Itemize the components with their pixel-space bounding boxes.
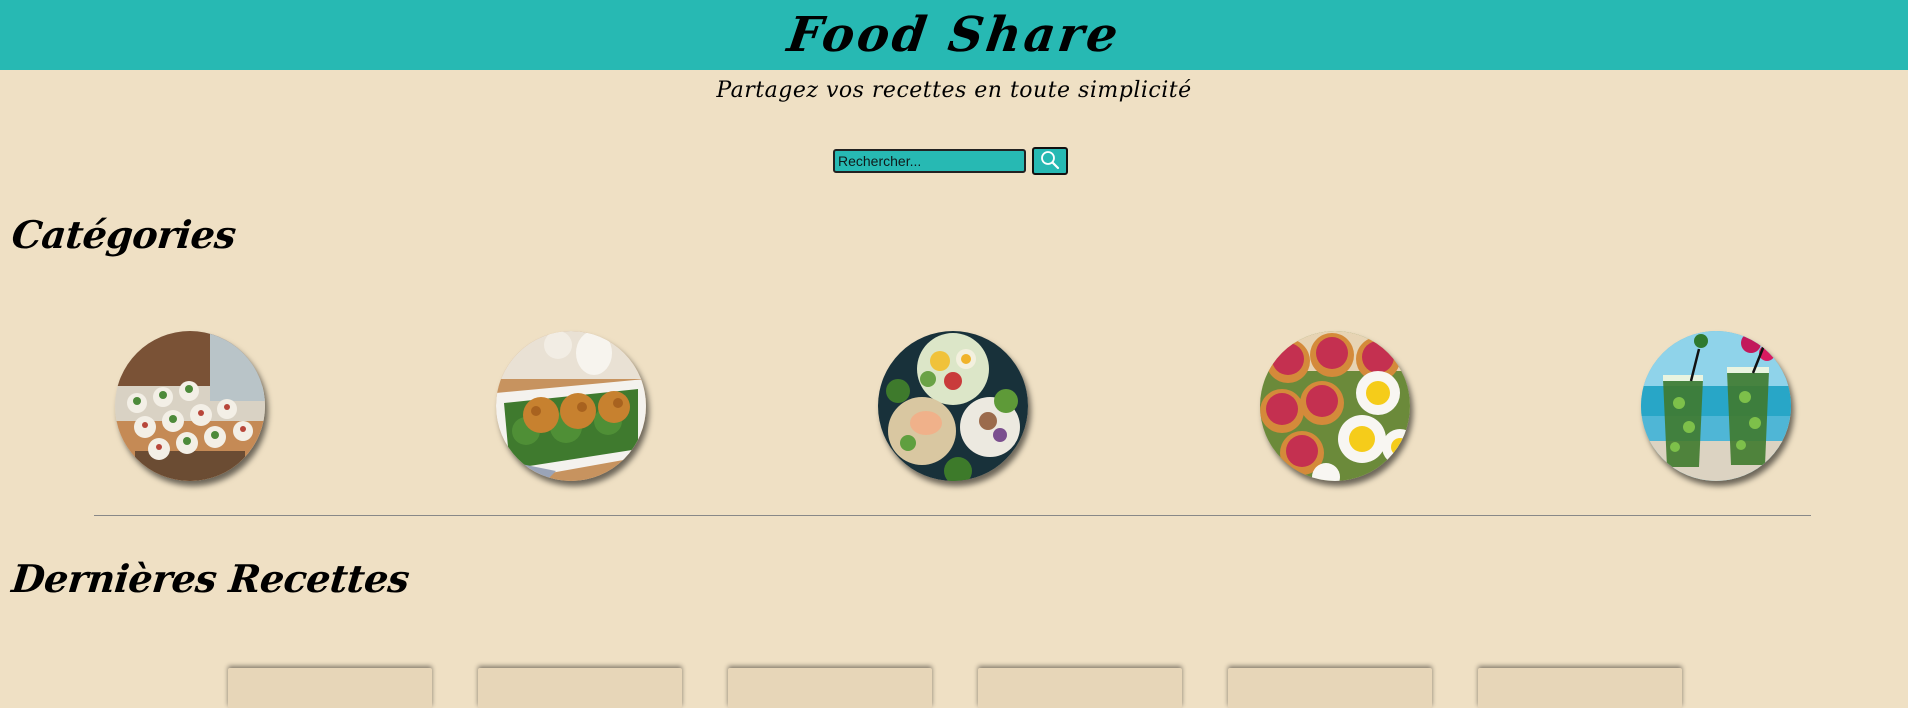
site-title: Food Share [783, 7, 1125, 63]
main-dishes-image [496, 331, 646, 481]
drinks-image [1641, 331, 1791, 481]
section-divider [94, 515, 1811, 516]
salad-bowls-image [878, 331, 1028, 481]
appetizers-image [115, 331, 265, 481]
search-button[interactable] [1032, 147, 1068, 175]
recent-recipes-heading: Dernières Recettes [9, 556, 412, 601]
category-main-dishes[interactable] [496, 331, 646, 481]
categories-heading: Catégories [9, 212, 238, 257]
category-appetizers[interactable] [115, 331, 265, 481]
tagline: Partagez vos recettes en toute simplicit… [716, 78, 1192, 103]
category-desserts[interactable] [1260, 331, 1410, 481]
recipe-card[interactable] [1478, 668, 1682, 708]
recipe-card[interactable] [728, 668, 932, 708]
category-bowls[interactable] [878, 331, 1028, 481]
search-form [833, 147, 1068, 175]
recipe-card[interactable] [978, 668, 1182, 708]
site-header: Food Share [0, 0, 1908, 70]
search-icon [1040, 150, 1060, 173]
search-input[interactable] [833, 149, 1026, 173]
recipe-card[interactable] [228, 668, 432, 708]
recipe-card[interactable] [478, 668, 682, 708]
recipe-card[interactable] [1228, 668, 1432, 708]
category-drinks[interactable] [1641, 331, 1791, 481]
desserts-image [1260, 331, 1410, 481]
